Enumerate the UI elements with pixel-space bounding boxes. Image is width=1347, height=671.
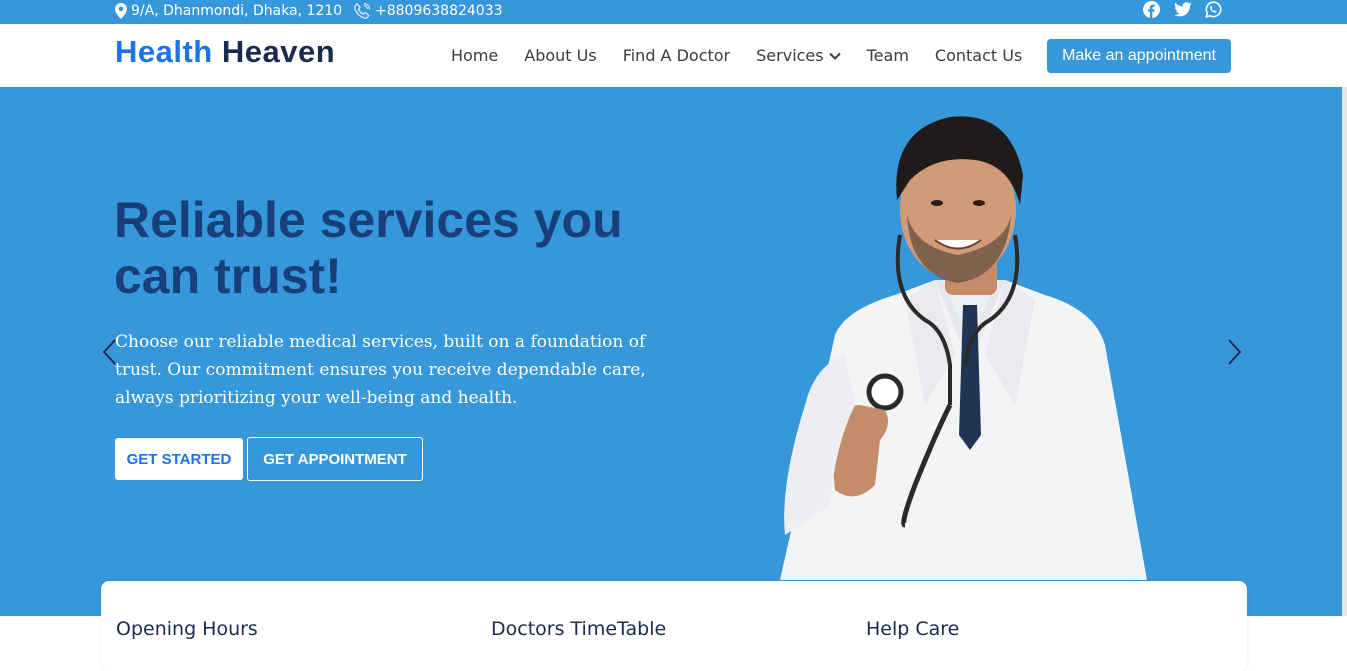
nav-item-services-label: Services [756,46,824,65]
chevron-down-icon [828,52,841,60]
main-navbar: Health Heaven Home About Us Find A Docto… [0,24,1347,87]
phone-block[interactable]: +8809638824033 [354,3,503,19]
address-block: 9/A, Dhanmondi, Dhaka, 1210 [115,3,342,19]
help-care-heading: Help Care [866,618,960,640]
doctor-image [780,116,1147,580]
hero-subtitle: Choose our reliable medical services, bu… [115,332,646,408]
phone-text: +8809638824033 [375,3,503,19]
brand-logo[interactable]: Health Heaven [115,34,335,70]
page-scrollbar[interactable] [1342,87,1347,616]
nav-item-services[interactable]: Services [756,46,841,65]
address-text: 9/A, Dhanmondi, Dhaka, 1210 [131,3,343,19]
nav-menu: Home About Us Find A Doctor Services Tea… [451,46,1022,65]
top-info-bar: 9/A, Dhanmondi, Dhaka, 1210 +88096388240… [0,0,1347,24]
opening-hours-heading: Opening Hours [116,618,258,640]
slider-prev-arrow-icon[interactable] [100,337,120,367]
facebook-icon[interactable] [1143,1,1160,18]
get-appointment-button[interactable]: GET APPOINTMENT [247,437,423,481]
nav-item-find-a-doctor[interactable]: Find A Doctor [623,46,730,65]
get-started-button[interactable]: GET STARTED [115,438,243,480]
doctors-timetable-heading: Doctors TimeTable [491,618,667,640]
social-links [1143,1,1222,18]
phone-icon [354,3,370,19]
brand-part2: Heaven [221,34,336,69]
info-card: Opening Hours Doctors TimeTable Help Car… [101,581,1247,671]
nav-item-team[interactable]: Team [867,46,909,65]
nav-item-contact-us[interactable]: Contact Us [935,46,1022,65]
hero-title: Reliable services you can trust! [114,192,623,304]
twitter-icon[interactable] [1174,1,1192,18]
hero-slider: Reliable services you can trust! Choose … [0,87,1347,616]
nav-item-home[interactable]: Home [451,46,498,65]
brand-part1: Health [115,34,213,69]
make-appointment-button[interactable]: Make an appointment [1047,39,1231,73]
slider-next-arrow-icon[interactable] [1224,337,1244,367]
location-pin-icon [115,3,127,19]
whatsapp-icon[interactable] [1205,1,1222,18]
nav-item-about-us[interactable]: About Us [524,46,596,65]
